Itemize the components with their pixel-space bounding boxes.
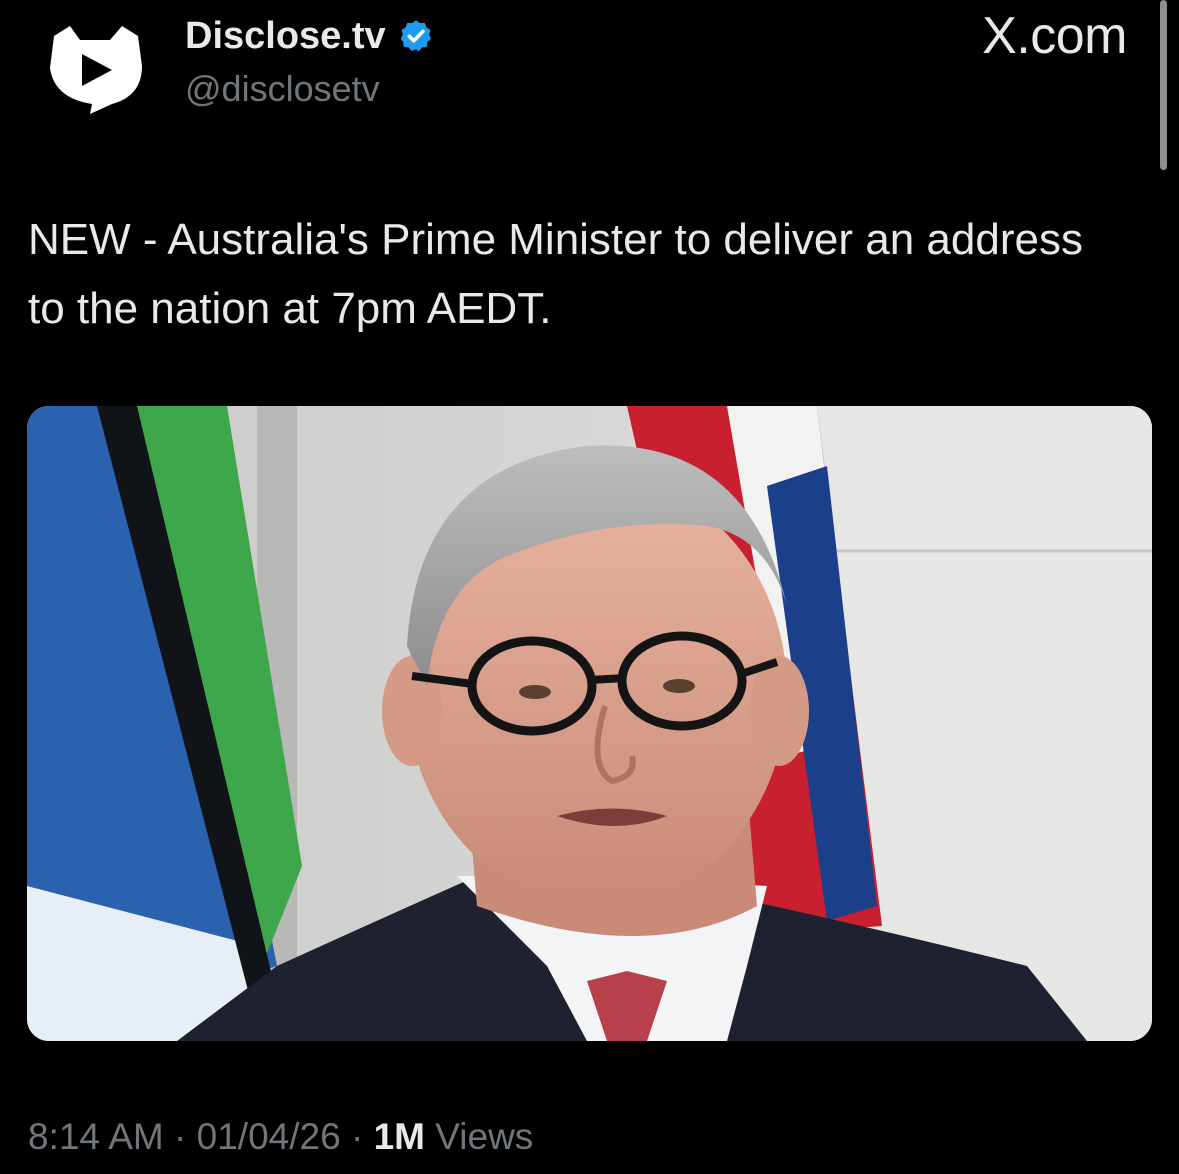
author-name-row[interactable]: Disclose.tv bbox=[185, 14, 434, 58]
press-photo bbox=[27, 406, 1152, 1041]
author-name[interactable]: Disclose.tv bbox=[185, 15, 386, 58]
post-text: NEW - Australia's Prime Minister to deli… bbox=[28, 215, 1083, 333]
views-label: Views bbox=[424, 1116, 534, 1157]
author-handle[interactable]: @disclosetv bbox=[185, 68, 380, 110]
post-image[interactable] bbox=[27, 406, 1152, 1041]
disclose-play-logo-icon bbox=[50, 26, 142, 114]
avatar[interactable] bbox=[40, 18, 152, 118]
meta-separator: · bbox=[340, 1116, 374, 1157]
post-date[interactable]: 01/04/26 bbox=[197, 1116, 341, 1157]
post-time[interactable]: 8:14 AM bbox=[28, 1116, 164, 1157]
site-watermark: X.com bbox=[982, 7, 1127, 65]
scrollbar[interactable] bbox=[1160, 0, 1167, 170]
meta-separator: · bbox=[163, 1116, 197, 1157]
post-meta: 8:14 AM · 01/04/26 · 1M Views bbox=[28, 1116, 533, 1158]
verified-badge-icon bbox=[400, 20, 431, 52]
views-count[interactable]: 1M bbox=[374, 1116, 425, 1157]
